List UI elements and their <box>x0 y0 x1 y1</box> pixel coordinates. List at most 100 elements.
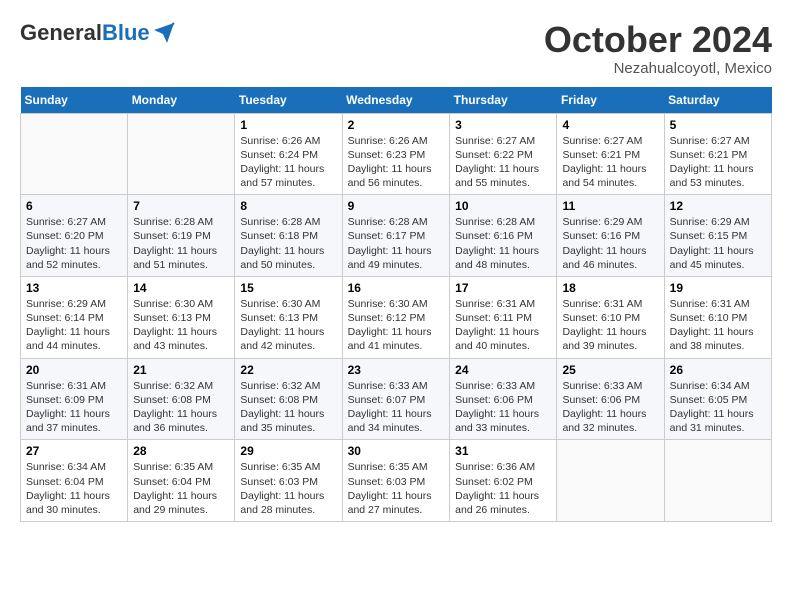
location-text: Nezahualcoyotl, Mexico <box>544 60 772 77</box>
day-info: Sunrise: 6:34 AMSunset: 6:04 PMDaylight:… <box>26 460 122 517</box>
day-number: 6 <box>26 199 122 213</box>
day-number: 17 <box>455 281 551 295</box>
day-number: 26 <box>670 363 766 377</box>
calendar-cell: 12 Sunrise: 6:29 AMSunset: 6:15 PMDayligh… <box>664 195 771 277</box>
day-number: 1 <box>240 118 336 132</box>
day-info: Sunrise: 6:27 AMSunset: 6:22 PMDaylight:… <box>455 134 551 191</box>
calendar-header-wednesday: Wednesday <box>342 87 450 114</box>
logo: GeneralBlue <box>20 20 176 46</box>
day-info: Sunrise: 6:28 AMSunset: 6:19 PMDaylight:… <box>133 215 229 272</box>
calendar-cell: 31 Sunrise: 6:36 AMSunset: 6:02 PMDayligh… <box>450 440 557 522</box>
day-number: 22 <box>240 363 336 377</box>
calendar-header-row: SundayMondayTuesdayWednesdayThursdayFrid… <box>21 87 772 114</box>
calendar-cell: 6 Sunrise: 6:27 AMSunset: 6:20 PMDaylight… <box>21 195 128 277</box>
day-number: 9 <box>348 199 445 213</box>
day-info: Sunrise: 6:32 AMSunset: 6:08 PMDaylight:… <box>240 379 336 436</box>
calendar-cell: 25 Sunrise: 6:33 AMSunset: 6:06 PMDayligh… <box>557 358 664 440</box>
day-info: Sunrise: 6:36 AMSunset: 6:02 PMDaylight:… <box>455 460 551 517</box>
calendar-cell: 3 Sunrise: 6:27 AMSunset: 6:22 PMDaylight… <box>450 113 557 195</box>
day-info: Sunrise: 6:35 AMSunset: 6:03 PMDaylight:… <box>348 460 445 517</box>
calendar-cell: 14 Sunrise: 6:30 AMSunset: 6:13 PMDayligh… <box>128 276 235 358</box>
calendar-cell <box>664 440 771 522</box>
calendar-cell: 5 Sunrise: 6:27 AMSunset: 6:21 PMDaylight… <box>664 113 771 195</box>
day-number: 10 <box>455 199 551 213</box>
day-number: 7 <box>133 199 229 213</box>
logo-bird-icon <box>152 21 176 45</box>
day-info: Sunrise: 6:33 AMSunset: 6:07 PMDaylight:… <box>348 379 445 436</box>
calendar-cell <box>21 113 128 195</box>
calendar-cell: 29Sunrise: 6:35 AMSunset: 6:03 PMDayligh… <box>235 440 342 522</box>
calendar-header-tuesday: Tuesday <box>235 87 342 114</box>
day-number: 25 <box>562 363 658 377</box>
calendar-cell: 9Sunrise: 6:28 AMSunset: 6:17 PMDaylight… <box>342 195 450 277</box>
day-number: 12 <box>670 199 766 213</box>
calendar-week-row: 13 Sunrise: 6:29 AMSunset: 6:14 PMDayligh… <box>21 276 772 358</box>
day-info: Sunrise: 6:26 AMSunset: 6:24 PMDaylight:… <box>240 134 336 191</box>
calendar-cell: 18 Sunrise: 6:31 AMSunset: 6:10 PMDayligh… <box>557 276 664 358</box>
calendar-cell: 10 Sunrise: 6:28 AMSunset: 6:16 PMDayligh… <box>450 195 557 277</box>
calendar-cell <box>128 113 235 195</box>
calendar-cell: 8Sunrise: 6:28 AMSunset: 6:18 PMDaylight… <box>235 195 342 277</box>
month-title: October 2024 <box>544 20 772 60</box>
day-info: Sunrise: 6:30 AMSunset: 6:12 PMDaylight:… <box>348 297 445 354</box>
calendar-header-saturday: Saturday <box>664 87 771 114</box>
calendar-header-thursday: Thursday <box>450 87 557 114</box>
day-info: Sunrise: 6:29 AMSunset: 6:15 PMDaylight:… <box>670 215 766 272</box>
day-number: 11 <box>562 199 658 213</box>
day-number: 15 <box>240 281 336 295</box>
day-number: 4 <box>562 118 658 132</box>
day-info: Sunrise: 6:30 AMSunset: 6:13 PMDaylight:… <box>133 297 229 354</box>
day-number: 3 <box>455 118 551 132</box>
day-info: Sunrise: 6:29 AMSunset: 6:16 PMDaylight:… <box>562 215 658 272</box>
day-number: 24 <box>455 363 551 377</box>
calendar-header-friday: Friday <box>557 87 664 114</box>
day-info: Sunrise: 6:27 AMSunset: 6:21 PMDaylight:… <box>670 134 766 191</box>
calendar-cell: 30 Sunrise: 6:35 AMSunset: 6:03 PMDayligh… <box>342 440 450 522</box>
day-number: 14 <box>133 281 229 295</box>
calendar-cell: 1 Sunrise: 6:26 AMSunset: 6:24 PMDaylight… <box>235 113 342 195</box>
day-number: 21 <box>133 363 229 377</box>
day-info: Sunrise: 6:28 AMSunset: 6:16 PMDaylight:… <box>455 215 551 272</box>
calendar-week-row: 27 Sunrise: 6:34 AMSunset: 6:04 PMDayligh… <box>21 440 772 522</box>
calendar-week-row: 20Sunrise: 6:31 AMSunset: 6:09 PMDayligh… <box>21 358 772 440</box>
calendar-cell: 28 Sunrise: 6:35 AMSunset: 6:04 PMDayligh… <box>128 440 235 522</box>
day-info: Sunrise: 6:33 AMSunset: 6:06 PMDaylight:… <box>455 379 551 436</box>
calendar-cell: 24 Sunrise: 6:33 AMSunset: 6:06 PMDayligh… <box>450 358 557 440</box>
day-info: Sunrise: 6:33 AMSunset: 6:06 PMDaylight:… <box>562 379 658 436</box>
day-number: 20 <box>26 363 122 377</box>
day-number: 27 <box>26 444 122 458</box>
day-number: 28 <box>133 444 229 458</box>
calendar-table: SundayMondayTuesdayWednesdayThursdayFrid… <box>20 87 772 522</box>
day-info: Sunrise: 6:29 AMSunset: 6:14 PMDaylight:… <box>26 297 122 354</box>
day-number: 5 <box>670 118 766 132</box>
day-info: Sunrise: 6:31 AMSunset: 6:11 PMDaylight:… <box>455 297 551 354</box>
day-number: 30 <box>348 444 445 458</box>
day-info: Sunrise: 6:27 AMSunset: 6:20 PMDaylight:… <box>26 215 122 272</box>
calendar-cell: 17 Sunrise: 6:31 AMSunset: 6:11 PMDayligh… <box>450 276 557 358</box>
day-number: 13 <box>26 281 122 295</box>
calendar-cell: 26 Sunrise: 6:34 AMSunset: 6:05 PMDayligh… <box>664 358 771 440</box>
day-info: Sunrise: 6:30 AMSunset: 6:13 PMDaylight:… <box>240 297 336 354</box>
day-info: Sunrise: 6:34 AMSunset: 6:05 PMDaylight:… <box>670 379 766 436</box>
day-info: Sunrise: 6:26 AMSunset: 6:23 PMDaylight:… <box>348 134 445 191</box>
calendar-cell <box>557 440 664 522</box>
day-number: 18 <box>562 281 658 295</box>
calendar-cell: 16 Sunrise: 6:30 AMSunset: 6:12 PMDayligh… <box>342 276 450 358</box>
calendar-cell: 13 Sunrise: 6:29 AMSunset: 6:14 PMDayligh… <box>21 276 128 358</box>
calendar-cell: 7 Sunrise: 6:28 AMSunset: 6:19 PMDaylight… <box>128 195 235 277</box>
day-info: Sunrise: 6:31 AMSunset: 6:10 PMDaylight:… <box>670 297 766 354</box>
calendar-week-row: 1 Sunrise: 6:26 AMSunset: 6:24 PMDaylight… <box>21 113 772 195</box>
calendar-header-sunday: Sunday <box>21 87 128 114</box>
day-number: 16 <box>348 281 445 295</box>
day-info: Sunrise: 6:32 AMSunset: 6:08 PMDaylight:… <box>133 379 229 436</box>
day-info: Sunrise: 6:35 AMSunset: 6:03 PMDaylight:… <box>240 460 336 517</box>
day-number: 31 <box>455 444 551 458</box>
day-info: Sunrise: 6:31 AMSunset: 6:10 PMDaylight:… <box>562 297 658 354</box>
calendar-cell: 2Sunrise: 6:26 AMSunset: 6:23 PMDaylight… <box>342 113 450 195</box>
calendar-cell: 23Sunrise: 6:33 AMSunset: 6:07 PMDayligh… <box>342 358 450 440</box>
day-number: 19 <box>670 281 766 295</box>
day-info: Sunrise: 6:35 AMSunset: 6:04 PMDaylight:… <box>133 460 229 517</box>
calendar-cell: 27 Sunrise: 6:34 AMSunset: 6:04 PMDayligh… <box>21 440 128 522</box>
day-info: Sunrise: 6:28 AMSunset: 6:18 PMDaylight:… <box>240 215 336 272</box>
logo-general-text: General <box>20 20 102 46</box>
